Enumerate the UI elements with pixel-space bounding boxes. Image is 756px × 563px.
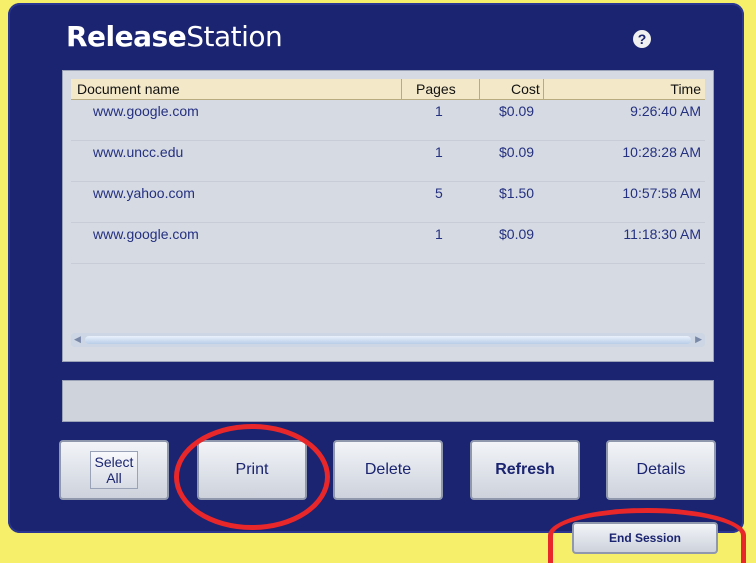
cell-pages: 5 (435, 185, 443, 201)
cell-cost: $0.09 (499, 226, 535, 242)
end-session-label: End Session (608, 531, 682, 545)
cell-time: 9:26:40 AM (630, 103, 701, 119)
cell-document-name: www.google.com (93, 226, 199, 242)
table-row[interactable]: www.google.com 1 $0.09 9:26:40 AM (71, 100, 705, 141)
end-session-button[interactable]: End Session (572, 522, 718, 554)
refresh-label: Refresh (495, 461, 555, 478)
cell-time: 10:28:28 AM (622, 144, 701, 160)
refresh-button[interactable]: Refresh (470, 440, 580, 500)
column-header-pages[interactable]: Pages (416, 81, 456, 97)
table-row[interactable]: www.yahoo.com 5 $1.50 10:57:58 AM (71, 182, 705, 223)
select-all-label: Select All (89, 451, 139, 489)
details-label: Details (636, 461, 686, 478)
table-row[interactable]: www.google.com 1 $0.09 11:18:30 AM (71, 223, 705, 264)
print-button[interactable]: Print (197, 440, 307, 500)
column-header-time[interactable]: Time (670, 81, 701, 97)
delete-button[interactable]: Delete (333, 440, 443, 500)
column-header-cost[interactable]: Cost (511, 81, 540, 97)
cell-document-name: www.yahoo.com (93, 185, 195, 201)
scroll-left-icon[interactable]: ◀ (74, 334, 81, 345)
document-list[interactable]: Document name Pages Cost Time www.google… (62, 70, 714, 362)
cell-pages: 1 (435, 144, 443, 160)
cell-pages: 1 (435, 103, 443, 119)
help-icon[interactable]: ? (633, 30, 651, 48)
cell-cost: $1.50 (499, 185, 535, 201)
column-header-document-name[interactable]: Document name (77, 81, 180, 97)
cell-document-name: www.google.com (93, 103, 199, 119)
cell-cost: $0.09 (499, 144, 535, 160)
table-row[interactable]: www.uncc.edu 1 $0.09 10:28:28 AM (71, 141, 705, 182)
app-title: ReleaseStation (66, 20, 283, 53)
cell-pages: 1 (435, 226, 443, 242)
details-button[interactable]: Details (606, 440, 716, 500)
table-header: Document name Pages Cost Time (71, 79, 705, 100)
cell-cost: $0.09 (499, 103, 535, 119)
scrollbar-thumb[interactable] (85, 336, 691, 344)
cell-document-name: www.uncc.edu (93, 144, 184, 160)
scroll-right-icon[interactable]: ▶ (695, 334, 702, 345)
cell-time: 10:57:58 AM (622, 185, 701, 201)
select-all-button[interactable]: Select All (59, 440, 169, 500)
print-label: Print (235, 461, 269, 478)
horizontal-scrollbar[interactable]: ◀ ▶ (71, 333, 705, 347)
cell-time: 11:18:30 AM (623, 226, 701, 242)
status-bar (62, 380, 714, 422)
delete-label: Delete (364, 461, 412, 478)
